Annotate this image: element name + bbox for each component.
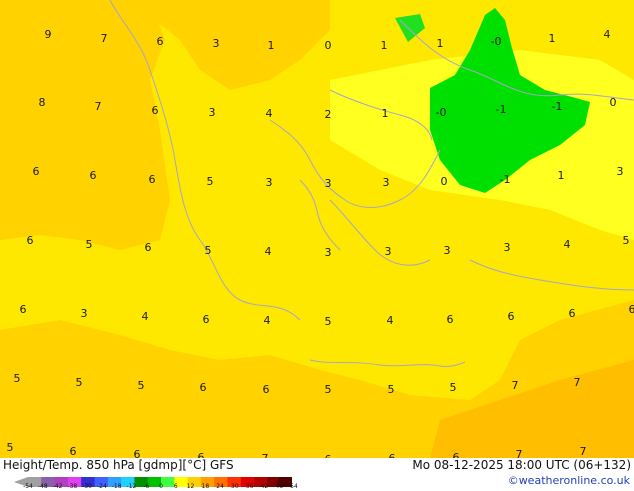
- temperature-value-label: 1: [549, 32, 556, 45]
- colorbar-tick-label: 18: [202, 483, 210, 490]
- map-canvas: 9 7 6 3 1 0 1 1 -0 1 4 8 7 6 3 4 2 1 -0 -1 -1 0 6 6 6 5 3 3 3 0 -1 1 3 6 5…: [0, 0, 634, 458]
- temperature-value-label: 6: [263, 383, 270, 396]
- temperature-value-label: 6: [149, 173, 156, 186]
- temperature-value-label: 3: [385, 245, 392, 258]
- temperature-value-label: 6: [20, 303, 27, 316]
- warm-zone-west: [0, 0, 170, 250]
- temperature-value-label: 6: [152, 104, 159, 117]
- temperature-value-label: 7: [101, 32, 108, 45]
- color-legend-ticks: -54-48-42-38-30-24-18-12-606121824303642…: [28, 483, 294, 490]
- temperature-value-label: 5: [325, 383, 332, 396]
- temperature-value-label: -0: [491, 35, 502, 48]
- temperature-value-label: 5: [86, 238, 93, 251]
- temperature-value-label: 3: [325, 246, 332, 259]
- temperature-value-label: 6: [33, 165, 40, 178]
- footer-bar: Height/Temp. 850 hPa [gdmp][°C] GFS Mo 0…: [0, 458, 634, 490]
- temperature-value-label: 6: [157, 35, 164, 48]
- temperature-value-label: 5: [14, 372, 21, 385]
- temperature-value-label: 6: [27, 234, 34, 247]
- colorbar-tick-label: -12: [127, 483, 137, 490]
- colorbar-tick-label: -48: [38, 483, 48, 490]
- colorbar-tick-label: 6: [174, 483, 178, 490]
- temperature-value-label: 4: [266, 107, 273, 120]
- temperature-value-label: 6: [508, 310, 515, 323]
- temperature-value-label: 7: [574, 376, 581, 389]
- colorbar-tick-label: -18: [112, 483, 122, 490]
- temperature-value-label: 3: [617, 165, 624, 178]
- temperature-value-label: 5: [450, 381, 457, 394]
- temperature-value-label: 3: [213, 37, 220, 50]
- temperature-value-label: 6: [200, 381, 207, 394]
- colorbar-tick-label: -24: [97, 483, 107, 490]
- temperature-value-label: 4: [265, 245, 272, 258]
- temperature-value-label: 3: [81, 307, 88, 320]
- temperature-value-label: 3: [325, 177, 332, 190]
- temperature-value-label: 3: [209, 106, 216, 119]
- color-legend-bar: [14, 472, 292, 482]
- colorbar-tick-label: 12: [187, 483, 195, 490]
- temperature-value-label: 1: [268, 39, 275, 52]
- temperature-value-label: 8: [39, 96, 46, 109]
- temperature-value-label: 7: [580, 445, 587, 458]
- forecast-timestamp: Mo 08-12-2025 18:00 UTC (06+132): [412, 458, 631, 472]
- temperature-value-label: 5: [138, 379, 145, 392]
- temperature-value-label: 7: [95, 100, 102, 113]
- temperature-value-label: -1: [552, 100, 563, 113]
- temperature-value-label: 0: [610, 96, 617, 109]
- colorbar-tick-label: 42: [261, 483, 269, 490]
- temperature-value-label: 7: [512, 379, 519, 392]
- colorbar-tick-label: 54: [290, 483, 298, 490]
- temperature-value-label: 5: [7, 441, 14, 454]
- temperature-value-label: 6: [629, 303, 634, 316]
- temperature-value-label: -1: [500, 173, 511, 186]
- colorbar-tick-label: 36: [246, 483, 254, 490]
- temperature-value-label: 6: [569, 307, 576, 320]
- temperature-value-label: 1: [381, 39, 388, 52]
- temperature-value-label: 6: [145, 241, 152, 254]
- temperature-value-label: 6: [203, 313, 210, 326]
- temperature-value-label: 5: [623, 234, 630, 247]
- credit-link[interactable]: ©weatheronline.co.uk: [508, 474, 630, 487]
- temperature-value-label: 1: [558, 169, 565, 182]
- colorbar-tick-label: -54: [23, 483, 33, 490]
- temperature-value-label: 4: [564, 238, 571, 251]
- temperature-value-label: 5: [325, 315, 332, 328]
- temperature-value-label: 5: [388, 383, 395, 396]
- temperature-value-label: 7: [516, 448, 523, 458]
- colorbar-tick-label: -30: [82, 483, 92, 490]
- temperature-value-label: 6: [134, 448, 141, 458]
- chart-title: Height/Temp. 850 hPa [gdmp][°C] GFS: [3, 458, 234, 472]
- colorbar-tick-label: 24: [216, 483, 224, 490]
- temperature-value-label: 5: [207, 175, 214, 188]
- colorbar-tick-label: 30: [231, 483, 239, 490]
- temperature-value-label: -1: [496, 103, 507, 116]
- temperature-value-label: 6: [447, 313, 454, 326]
- colorbar-tick-label: -38: [67, 483, 77, 490]
- temperature-value-label: 6: [198, 451, 205, 458]
- temperature-value-label: 4: [264, 314, 271, 327]
- temperature-value-label: 6: [90, 169, 97, 182]
- temperature-value-label: 9: [45, 28, 52, 41]
- temperature-value-label: 5: [205, 244, 212, 257]
- temperature-value-label: 3: [444, 244, 451, 257]
- temperature-value-label: 4: [142, 310, 149, 323]
- temperature-value-label: 0: [325, 39, 332, 52]
- temperature-value-label: 4: [387, 314, 394, 327]
- colorbar-tick-label: 48: [275, 483, 283, 490]
- temperature-value-label: 3: [383, 176, 390, 189]
- temperature-value-label: 1: [382, 107, 389, 120]
- temperature-value-label: -0: [436, 106, 447, 119]
- temperature-value-label: 6: [453, 451, 460, 458]
- temperature-value-label: 4: [604, 28, 611, 41]
- temperature-value-label: 3: [266, 176, 273, 189]
- temperature-value-label: 3: [504, 241, 511, 254]
- temperature-value-label: 0: [441, 175, 448, 188]
- temperature-value-label: 6: [70, 445, 77, 458]
- temperature-value-label: 2: [325, 108, 332, 121]
- temperature-value-label: 5: [76, 376, 83, 389]
- colorbar-tick-label: -6: [143, 483, 149, 490]
- temperature-value-label: 1: [437, 37, 444, 50]
- colorbar-tick-label: -42: [53, 483, 63, 490]
- colorbar-tick-label: 0: [159, 483, 163, 490]
